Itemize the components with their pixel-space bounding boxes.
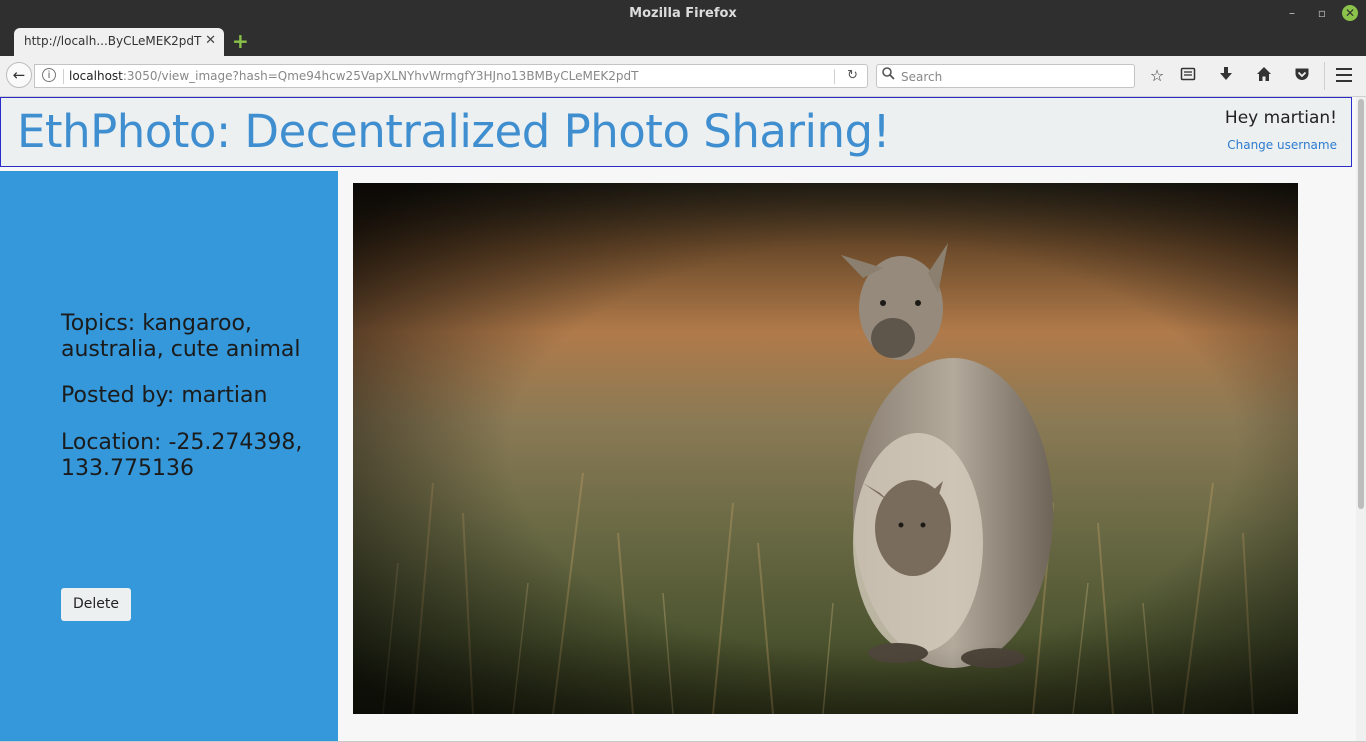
close-tab-icon[interactable]: ✕ (205, 33, 216, 48)
close-window-button[interactable]: ✕ (1342, 5, 1358, 21)
page-content: EthPhoto: Decentralized Photo Sharing! H… (0, 97, 1356, 742)
reading-list-icon[interactable] (1178, 66, 1198, 86)
navigation-toolbar: ← i localhost:3050/view_image?hash=Qme94… (0, 56, 1366, 97)
new-tab-button[interactable]: + (232, 31, 249, 51)
tab-strip: http://localh...ByCLeMEK2pdT ✕ + (0, 28, 1366, 56)
site-title: EthPhoto: Decentralized Photo Sharing! (17, 105, 891, 158)
delete-button[interactable]: Delete (61, 588, 131, 621)
search-input[interactable] (899, 67, 1128, 87)
search-bar[interactable] (876, 64, 1135, 88)
info-icon[interactable]: i (42, 68, 56, 82)
window-titlebar: Mozilla Firefox – ▫ ✕ (0, 0, 1366, 28)
photo-posted-by: Posted by: martian (61, 383, 268, 408)
minimize-window-button[interactable]: – (1284, 5, 1300, 21)
back-button[interactable]: ← (6, 62, 32, 88)
back-icon: ← (12, 66, 26, 84)
toolbar-divider (1324, 62, 1325, 90)
window-title: Mozilla Firefox (629, 6, 737, 21)
reload-icon[interactable]: ↻ (847, 68, 858, 83)
photo-topics: Topics: kangaroo, australia, cute animal (61, 311, 301, 362)
photo-info-sidebar: Topics: kangaroo, australia, cute animal… (0, 171, 338, 742)
maximize-window-button[interactable]: ▫ (1314, 5, 1330, 21)
url-bar[interactable]: i localhost:3050/view_image?hash=Qme94hc… (34, 64, 868, 88)
tab-title: http://localh...ByCLeMEK2pdT (24, 34, 202, 48)
scrollbar-thumb[interactable] (1358, 99, 1364, 509)
url-host: localhost (69, 69, 123, 83)
url-text[interactable]: localhost:3050/view_image?hash=Qme94hcw2… (69, 69, 638, 83)
page-scrollbar[interactable] (1356, 97, 1366, 742)
browser-tab[interactable]: http://localh...ByCLeMEK2pdT ✕ (14, 28, 224, 56)
download-icon[interactable] (1216, 66, 1236, 86)
change-username-link[interactable]: Change username (1227, 138, 1337, 152)
reload-divider (834, 69, 835, 84)
url-divider (63, 69, 64, 84)
pocket-icon[interactable] (1292, 66, 1312, 86)
menu-icon[interactable] (1336, 68, 1352, 86)
home-icon[interactable] (1254, 66, 1274, 86)
bookmark-star-icon[interactable]: ☆ (1147, 66, 1167, 86)
photo-location: Location: -25.274398, 133.775136 (61, 430, 303, 481)
kangaroo-photo (353, 183, 1298, 714)
user-greeting: Hey martian! (1224, 108, 1337, 128)
site-header: EthPhoto: Decentralized Photo Sharing! H… (0, 97, 1352, 167)
url-path: :3050/view_image?hash=Qme94hcw25VapXLNYh… (122, 69, 639, 83)
search-icon (882, 67, 895, 84)
